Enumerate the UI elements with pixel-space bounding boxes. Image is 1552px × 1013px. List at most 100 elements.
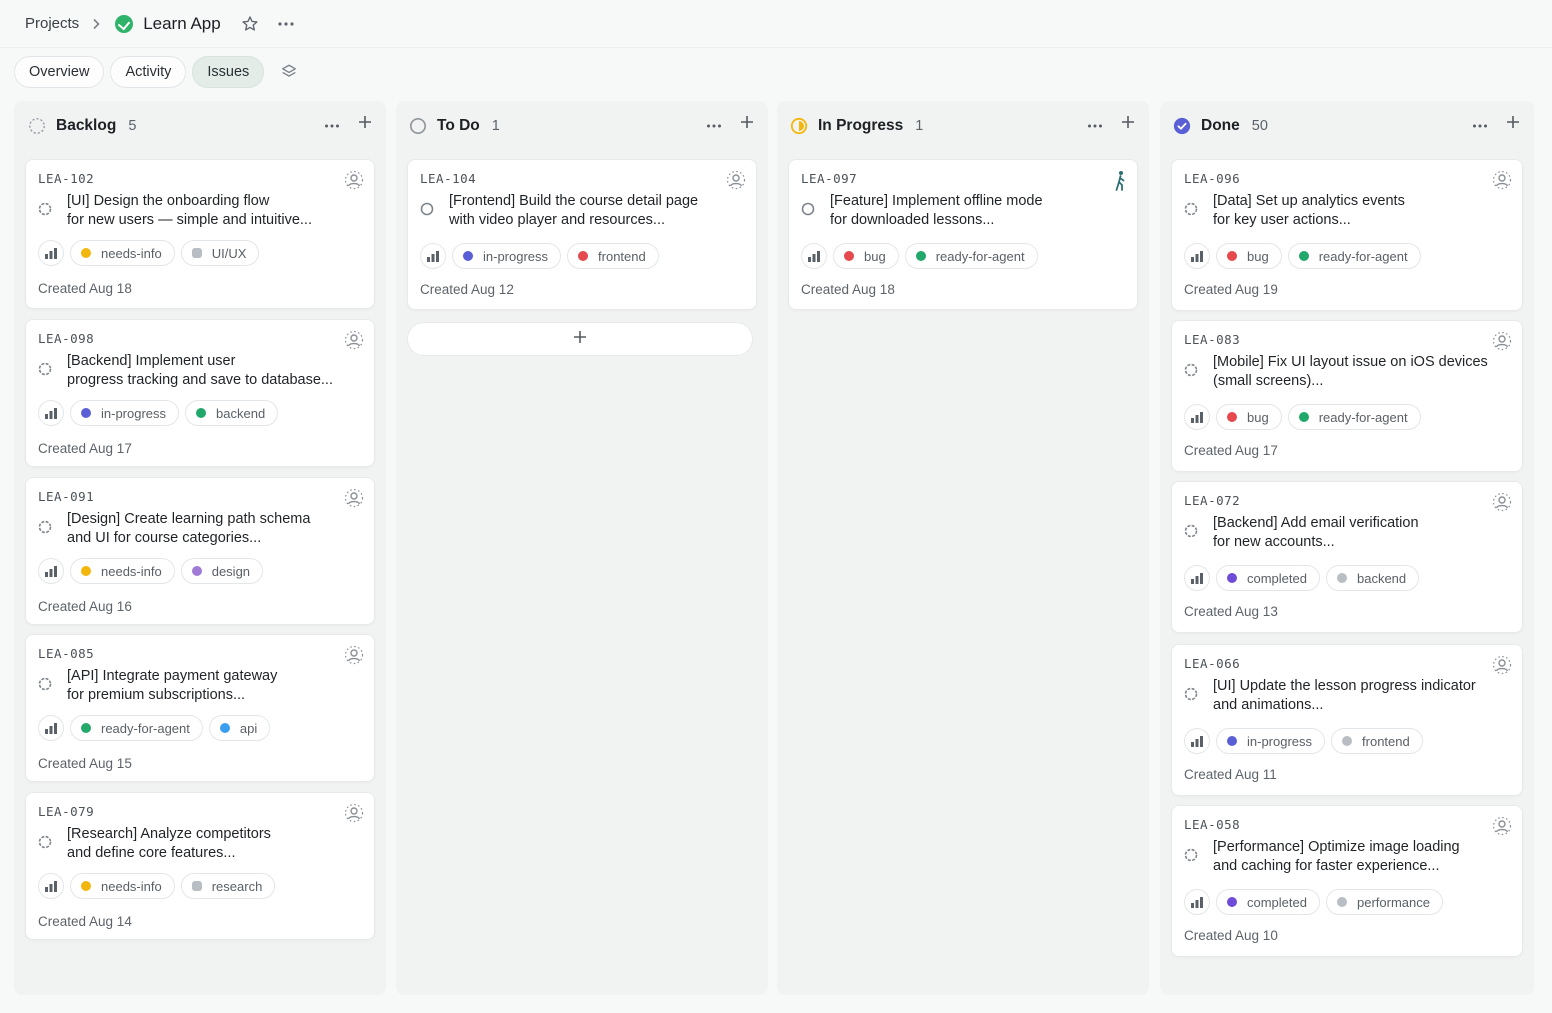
issue-status-icon[interactable] [38, 202, 52, 216]
issue-title-line: and UI for course categories... [67, 530, 262, 546]
label-tag[interactable]: completed [1216, 889, 1320, 915]
label-tag[interactable]: bug [833, 243, 899, 269]
priority-icon[interactable] [801, 243, 827, 269]
label-tag[interactable]: ready-for-agent [70, 715, 203, 741]
issue-status-icon[interactable] [38, 677, 52, 691]
label-tag[interactable]: in-progress [70, 400, 180, 426]
add-icon[interactable] [1506, 115, 1520, 134]
priority-icon[interactable] [38, 240, 64, 266]
label-tag[interactable]: needs-info [70, 558, 175, 584]
issue-status-icon[interactable] [1184, 363, 1198, 377]
issue-status-icon[interactable] [1184, 687, 1198, 701]
label-tag[interactable]: in-progress [452, 243, 562, 269]
issue-status-icon[interactable] [38, 520, 52, 534]
priority-icon[interactable] [1184, 889, 1210, 915]
issue-title[interactable]: [Performance] Optimize image loading and … [1213, 838, 1460, 876]
priority-icon[interactable] [38, 400, 64, 426]
issue-title[interactable]: [Feature] Implement offline mode for down… [830, 192, 1043, 230]
issue-labels: in-progress frontend [420, 243, 659, 269]
more-icon[interactable] [1472, 116, 1488, 134]
priority-icon[interactable] [1184, 404, 1210, 430]
label-tag[interactable]: ready-for-agent [904, 243, 1038, 269]
label-tag[interactable]: ready-for-agent [1287, 243, 1421, 269]
issue-card[interactable]: LEA-066 [UI] Update the lesson progress i… [1171, 644, 1523, 796]
issue-card[interactable]: LEA-072 [Backend] Add email verification f… [1171, 481, 1523, 633]
issue-status-icon[interactable] [1184, 848, 1198, 862]
label-tag[interactable]: needs-info [70, 240, 175, 266]
more-icon[interactable] [706, 116, 722, 134]
priority-icon[interactable] [1184, 565, 1210, 591]
issue-card[interactable]: LEA-104 [Frontend] Build the course detai… [407, 159, 757, 310]
issue-title[interactable]: [Backend] Implement user progress trackin… [67, 352, 333, 390]
column-backlog: Backlog 5 LEA-102 [UI] Design the onboardin… [14, 101, 386, 995]
issue-title[interactable]: [Data] Set up analytics events for key us… [1213, 192, 1405, 230]
add-icon[interactable] [740, 115, 754, 134]
issue-title[interactable]: [Research] Analyze competitors and define… [67, 825, 271, 863]
label-tag[interactable]: frontend [1331, 728, 1423, 754]
tab-overview[interactable]: Overview [14, 56, 105, 88]
add-icon[interactable] [358, 115, 372, 134]
priority-icon[interactable] [38, 558, 64, 584]
label-tag[interactable]: bug [1216, 243, 1282, 269]
issue-card[interactable]: LEA-083 [Mobile] Fix UI layout issue on i… [1171, 320, 1523, 472]
issue-id: LEA-098 [38, 331, 95, 346]
issue-title[interactable]: [Frontend] Build the course detail page w… [449, 192, 698, 230]
label-tag[interactable]: UI/UX [180, 240, 260, 266]
issue-card[interactable]: LEA-097 [Feature] Implement offline mode f… [788, 159, 1138, 310]
label-text: UI/UX [211, 245, 247, 261]
label-tag[interactable]: bug [1216, 404, 1282, 430]
issue-title-row: [Backend] Add email verification for new … [1184, 514, 1498, 552]
priority-icon[interactable] [1184, 728, 1210, 754]
issue-card[interactable]: LEA-098 [Backend] Implement user progress … [25, 319, 375, 467]
issue-card[interactable]: LEA-096 [Data] Set up analytics events for… [1171, 159, 1523, 311]
issue-card[interactable]: LEA-079 [Research] Analyze competitors and… [25, 792, 375, 940]
breadcrumb-projects[interactable]: Projects [25, 15, 79, 32]
label-tag[interactable]: design [180, 558, 264, 584]
issue-title[interactable]: [Design] Create learning path schema and … [67, 510, 310, 548]
label-tag[interactable]: backend [1325, 565, 1420, 591]
label-tag[interactable]: backend [185, 400, 279, 426]
priority-icon[interactable] [1184, 243, 1210, 269]
issue-card[interactable]: LEA-085 [API] Integrate payment gateway fo… [25, 634, 375, 782]
more-icon[interactable] [1087, 116, 1103, 134]
label-tag[interactable]: completed [1216, 565, 1320, 591]
agent-icon[interactable] [1113, 170, 1127, 197]
label-text: in-progress [101, 405, 167, 421]
issue-card[interactable]: LEA-091 [Design] Create learning path sch… [25, 477, 375, 625]
more-icon[interactable] [277, 21, 295, 27]
issue-title[interactable]: [Mobile] Fix UI layout issue on iOS devi… [1213, 353, 1488, 391]
star-icon[interactable] [241, 15, 259, 33]
add-issue-button[interactable] [407, 322, 753, 356]
layers-icon[interactable] [280, 63, 298, 81]
priority-icon[interactable] [38, 873, 64, 899]
issue-title-line: [Performance] Optimize image loading [1213, 839, 1460, 855]
issue-status-icon[interactable] [38, 362, 52, 376]
issue-card[interactable]: LEA-058 [Performance] Optimize image load… [1171, 805, 1523, 957]
more-icon[interactable] [324, 116, 340, 134]
issue-title[interactable]: [UI] Design the onboarding flow for new u… [67, 192, 312, 230]
issue-status-icon[interactable] [801, 202, 815, 216]
issue-status-icon[interactable] [420, 202, 434, 216]
priority-icon[interactable] [420, 243, 446, 269]
label-tag[interactable]: ready-for-agent [1287, 404, 1421, 430]
issue-title[interactable]: [UI] Update the lesson progress indicato… [1213, 677, 1476, 715]
add-icon[interactable] [1121, 115, 1135, 134]
issue-card[interactable]: LEA-102 [UI] Design the onboarding flow fo… [25, 159, 375, 309]
label-tag[interactable]: performance [1325, 889, 1443, 915]
label-text: bug [1247, 409, 1269, 425]
priority-icon[interactable] [38, 715, 64, 741]
issue-status-icon[interactable] [38, 835, 52, 849]
label-tag[interactable]: research [180, 873, 276, 899]
issue-title[interactable]: [API] Integrate payment gateway for premi… [67, 667, 277, 705]
tab-activity[interactable]: Activity [110, 56, 187, 88]
label-tag[interactable]: in-progress [1216, 728, 1326, 754]
issue-title[interactable]: [Backend] Add email verification for new … [1213, 514, 1419, 552]
label-tag[interactable]: api [208, 715, 271, 741]
issue-status-icon[interactable] [1184, 524, 1198, 538]
label-tag[interactable]: needs-info [70, 873, 175, 899]
label-tag[interactable]: frontend [567, 243, 659, 269]
issue-status-icon[interactable] [1184, 202, 1198, 216]
label-text: frontend [598, 248, 646, 264]
tab-issues[interactable]: Issues [192, 56, 265, 88]
issue-title-line: (small screens)... [1213, 373, 1324, 389]
